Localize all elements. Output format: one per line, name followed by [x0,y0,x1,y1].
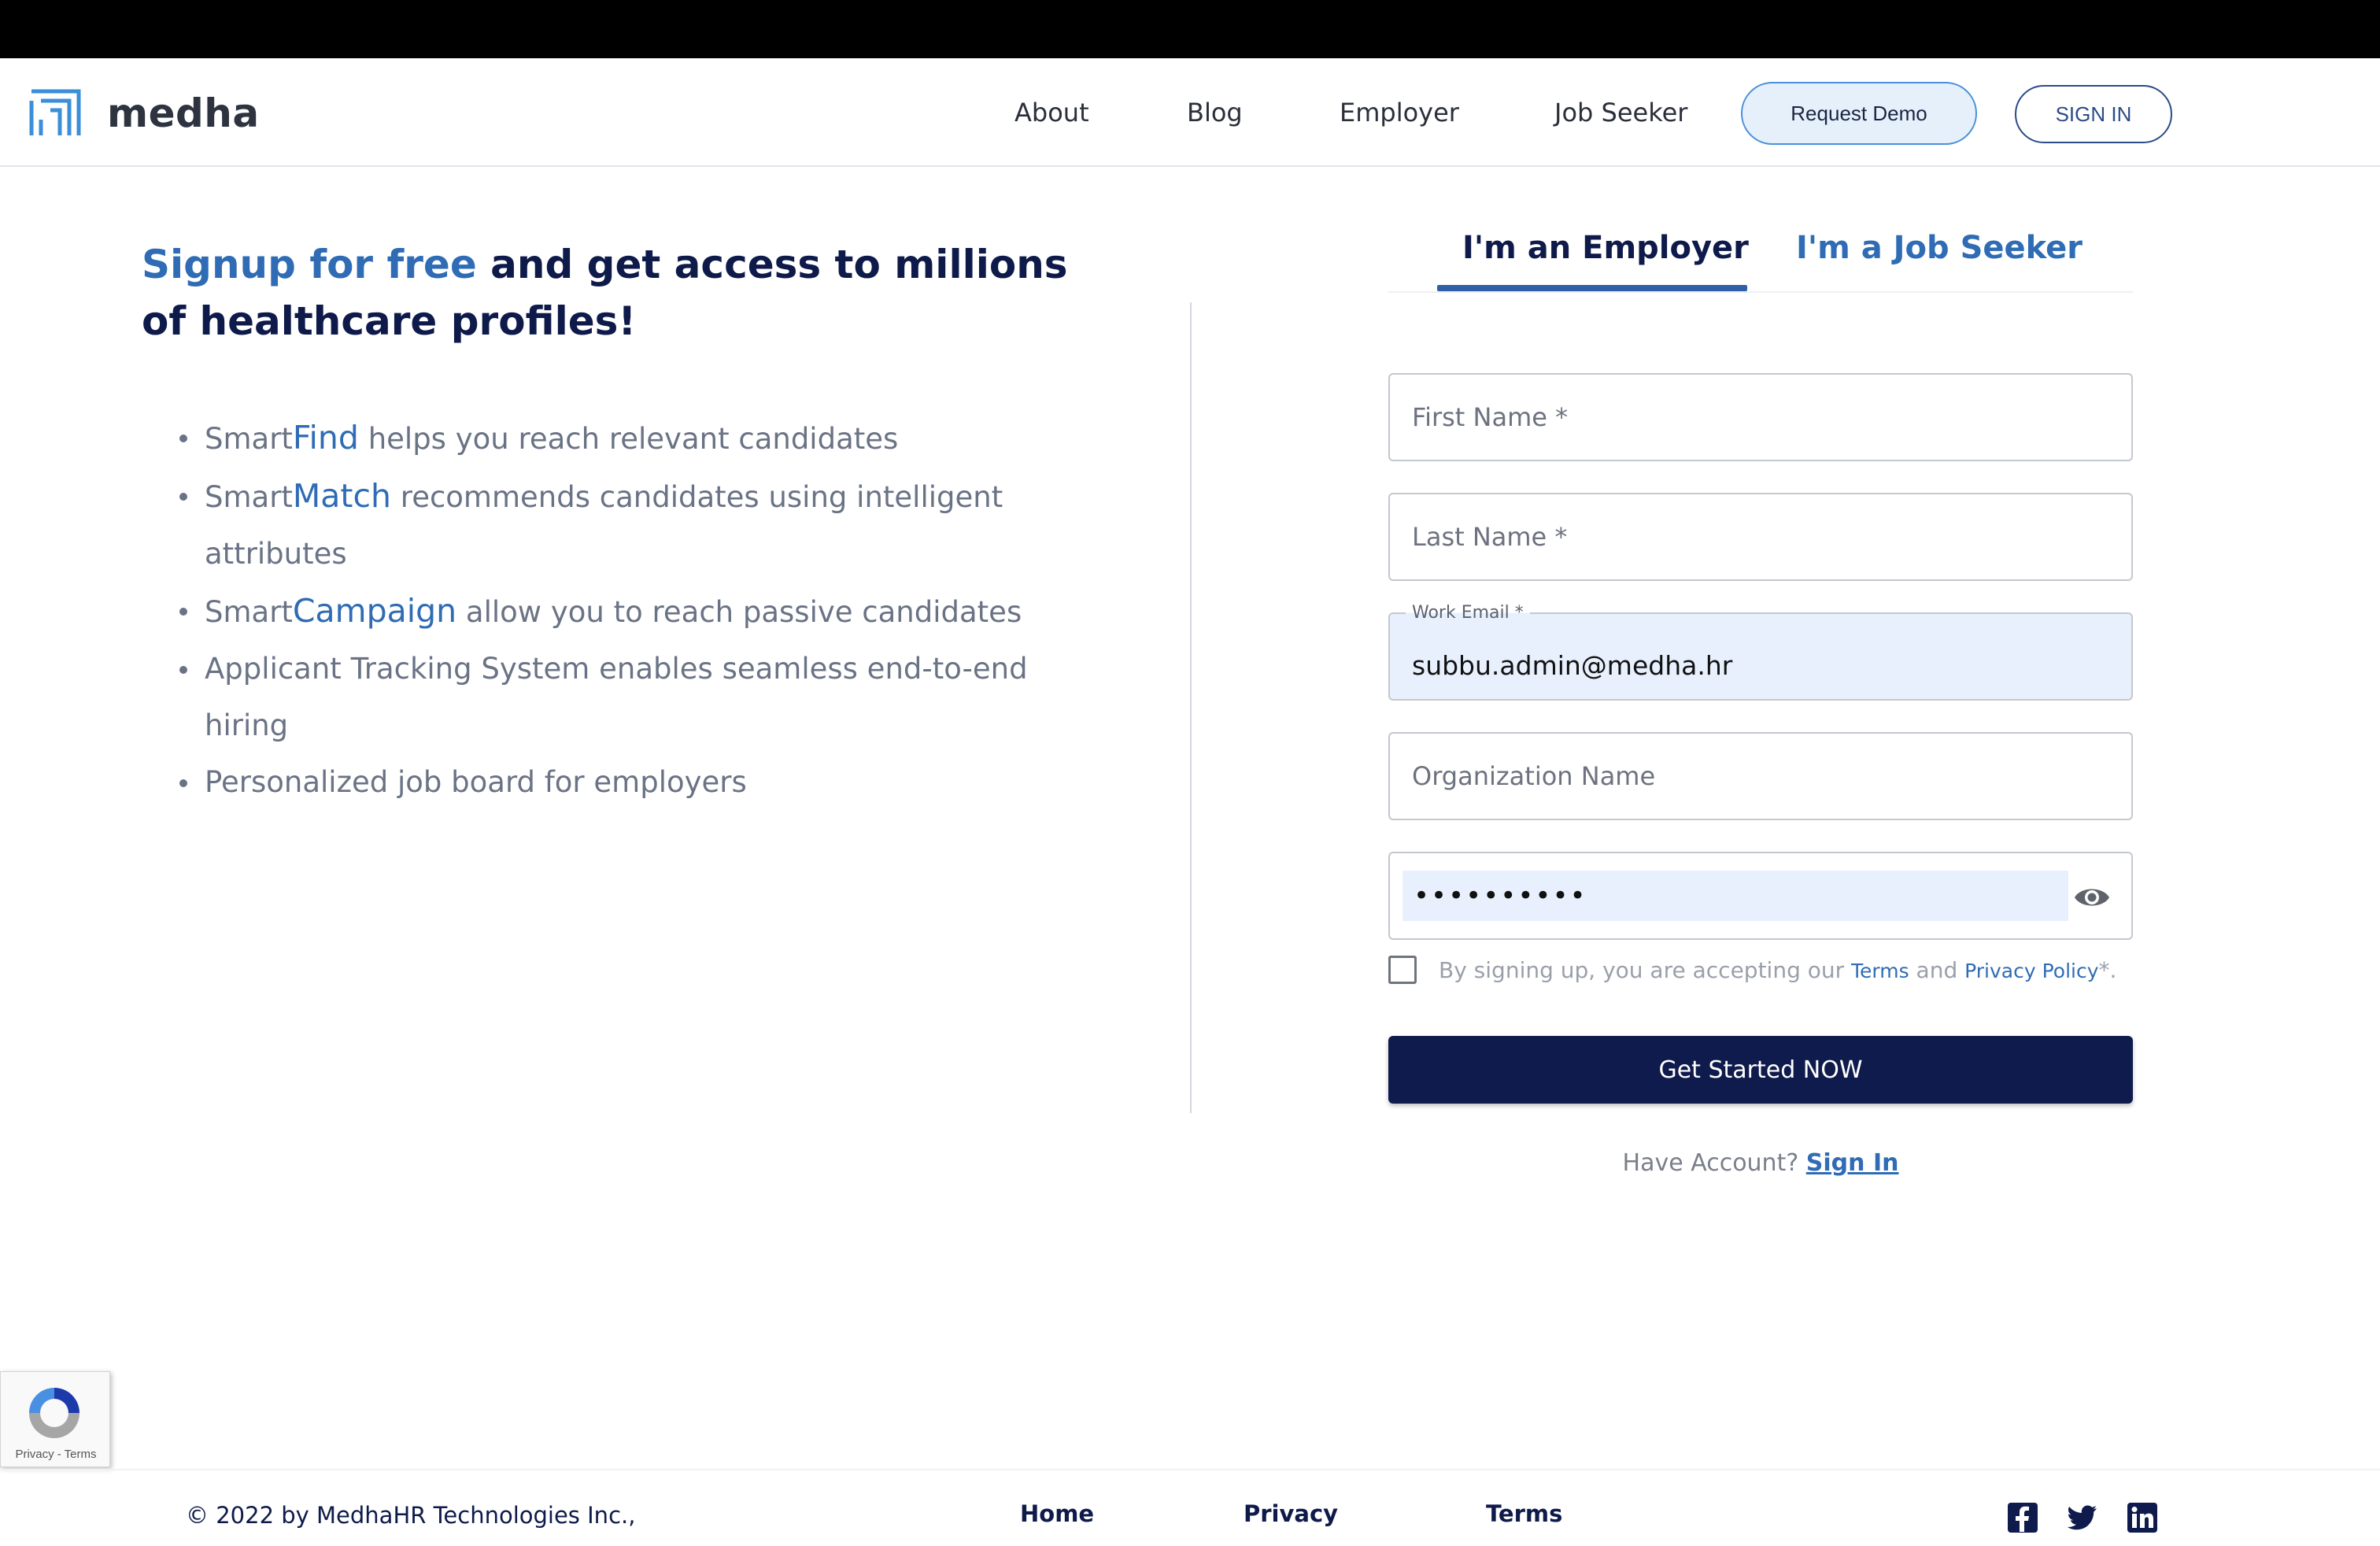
work-email-field: Work Email * [1388,603,2133,701]
tab-employer[interactable]: I'm an Employer [1462,230,1749,266]
sign-in-link[interactable]: Sign In [1806,1149,1899,1177]
footer-link-privacy[interactable]: Privacy [1244,1500,1338,1527]
feature-highlight: Campaign [292,592,457,630]
password-field [1388,852,2133,940]
terms-prefix: By signing up, you are accepting our [1439,956,1852,983]
list-item: Personalized job board for employers [178,754,1075,811]
recaptcha-badge[interactable]: Privacy - Terms [0,1371,110,1467]
browser-top-bar [0,0,2380,58]
feature-highlight: Match [292,477,392,515]
first-name-input[interactable] [1390,375,2131,460]
password-input[interactable] [1402,871,2068,921]
navbar: medha About Blog Employer Job Seeker Req… [0,58,2380,167]
feature-prefix: Smart [205,422,293,456]
footer-link-home[interactable]: Home [1020,1500,1094,1527]
logo[interactable]: medha [28,88,260,139]
last-name-field [1388,493,2133,581]
logo-text: medha [107,91,260,136]
request-demo-button[interactable]: Request Demo [1741,82,1977,145]
list-item: SmartMatch recommends candidates using i… [178,468,1075,583]
terms-suffix: *. [2098,956,2117,983]
privacy-policy-link[interactable]: Privacy Policy [1964,960,2098,982]
first-name-field [1388,373,2133,461]
medha-logo-icon [29,89,81,135]
footer: © 2022 by MedhaHR Technologies Inc., Hom… [0,1469,2380,1546]
feature-text: helps you reach relevant candidates [358,422,899,456]
vertical-divider [1190,302,1192,1113]
nav-link-blog[interactable]: Blog [1187,98,1243,128]
recaptcha-text[interactable]: Privacy - Terms [1,1448,111,1461]
copyright-text: © 2022 by MedhaHR Technologies Inc., [186,1502,636,1529]
feature-list: SmartFind helps you reach relevant candi… [178,409,1075,811]
get-started-button[interactable]: Get Started NOW [1388,1036,2133,1104]
terms-row: By signing up, you are accepting our Ter… [1388,956,2116,984]
sign-in-button[interactable]: SIGN IN [2015,85,2172,143]
headline-accent: Signup for free [142,242,477,287]
have-account-text: Have Account? Sign In [1388,1149,2133,1177]
terms-link[interactable]: Terms [1851,960,1909,982]
nav-link-job-seeker[interactable]: Job Seeker [1554,98,1687,128]
work-email-label: Work Email * [1406,603,1530,623]
have-account-label: Have Account? [1622,1149,1806,1177]
twitter-icon[interactable] [2067,1502,2098,1533]
feature-prefix: Smart [205,595,293,629]
nav-link-about[interactable]: About [1014,98,1089,128]
linkedin-icon[interactable] [2127,1502,2158,1533]
last-name-input[interactable] [1390,494,2131,579]
organization-input[interactable] [1390,734,2131,819]
footer-link-terms[interactable]: Terms [1486,1500,1562,1527]
feature-text: Applicant Tracking System enables seamle… [205,652,1028,742]
terms-checkbox[interactable] [1388,956,1417,984]
list-item: Applicant Tracking System enables seamle… [178,641,1075,754]
organization-field [1388,732,2133,820]
list-item: SmartFind helps you reach relevant candi… [178,409,1075,468]
facebook-icon[interactable] [2007,1502,2038,1533]
nav-link-employer[interactable]: Employer [1340,98,1459,128]
feature-text: allow you to reach passive candidates [456,595,1022,629]
list-item: SmartCampaign allow you to reach passive… [178,583,1075,641]
active-tab-indicator [1437,285,1747,291]
recaptcha-icon [29,1388,79,1438]
terms-and: and [1909,956,1965,983]
tab-job-seeker[interactable]: I'm a Job Seeker [1796,230,2082,266]
signup-tabs: I'm an Employer I'm a Job Seeker [1388,213,2133,293]
terms-text: By signing up, you are accepting our Ter… [1439,957,2116,983]
work-email-input[interactable] [1390,614,2131,699]
feature-prefix: Smart [205,480,293,514]
page-headline: Signup for free and get access to millio… [142,236,1086,350]
feature-highlight: Find [292,419,359,457]
feature-text: Personalized job board for employers [205,765,747,799]
eye-icon[interactable] [2073,882,2111,913]
